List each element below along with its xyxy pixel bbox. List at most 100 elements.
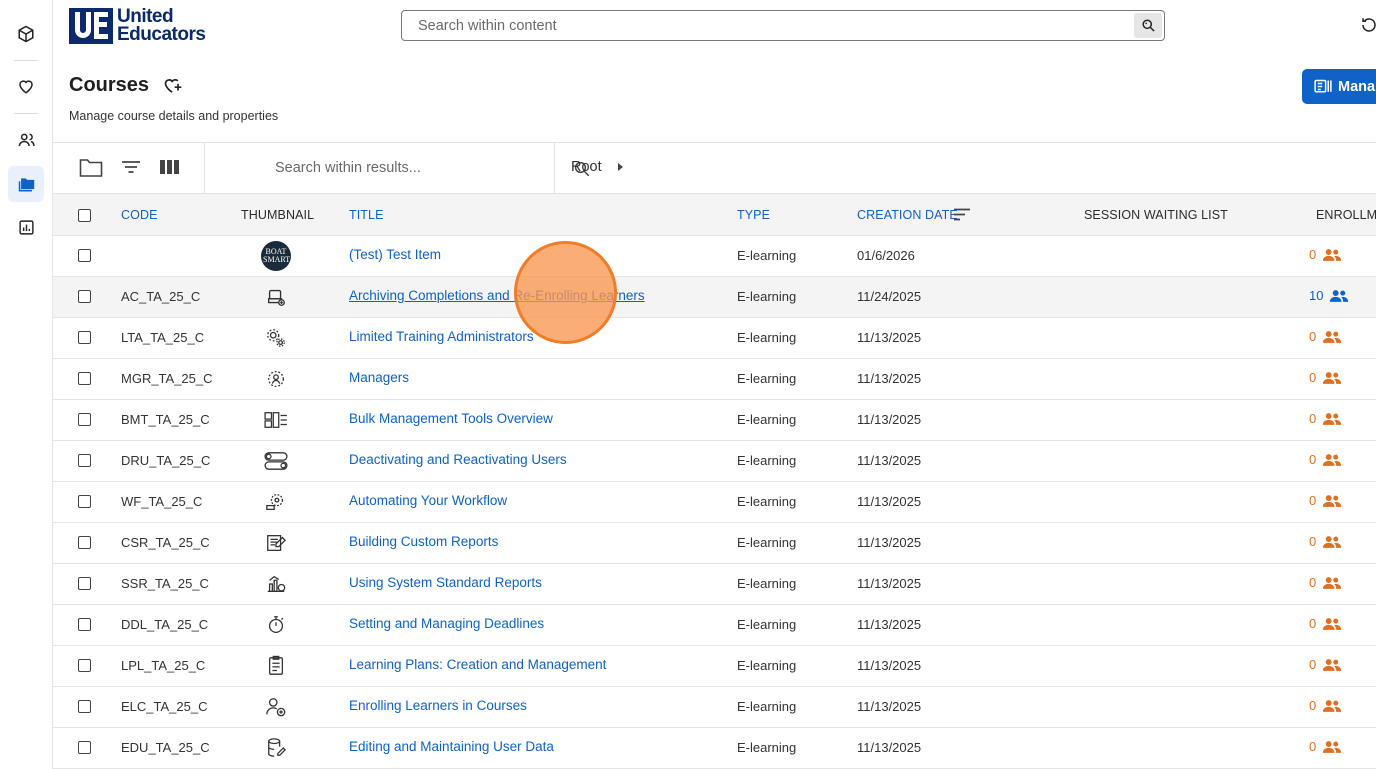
table-row[interactable]: ELC_TA_25_C Enrolling Learners in Courses… (53, 687, 1376, 728)
row-checkbox[interactable] (78, 618, 91, 631)
row-checkbox[interactable] (78, 454, 91, 467)
row-checkbox[interactable] (78, 659, 91, 672)
creation-date: 01/6/2026 (857, 248, 915, 263)
course-title-link[interactable]: (Test) Test Item (349, 247, 441, 262)
course-title-link[interactable]: Editing and Maintaining User Data (349, 739, 554, 754)
course-title-link[interactable]: Managers (349, 370, 409, 385)
row-checkbox[interactable] (78, 577, 91, 590)
table-row[interactable]: EDU_TA_25_C Editing and Maintaining User … (53, 728, 1376, 769)
enrollment-count[interactable]: 0 (1309, 493, 1342, 508)
header-type[interactable]: TYPE (737, 208, 770, 222)
columns-icon[interactable] (160, 159, 179, 180)
table-row[interactable]: CSR_TA_25_C Building Custom Reports E-lear… (53, 523, 1376, 564)
row-checkbox[interactable] (78, 700, 91, 713)
course-code: ELC_TA_25_C (121, 699, 208, 714)
enrollment-number: 0 (1309, 575, 1317, 590)
enrollment-count[interactable]: 0 (1309, 657, 1342, 672)
row-checkbox[interactable] (78, 331, 91, 344)
course-type: E-learning (737, 371, 797, 386)
manage-button[interactable]: Mana (1302, 69, 1376, 104)
enrollment-count[interactable]: 0 (1309, 411, 1342, 426)
course-type: E-learning (737, 453, 797, 468)
enrollment-count[interactable]: 0 (1309, 329, 1342, 344)
table-row[interactable]: MGR_TA_25_C Managers E-learning 11/13/2025 0 (53, 359, 1376, 400)
course-type: E-learning (737, 699, 797, 714)
report-edit-icon (261, 528, 291, 558)
table-row[interactable]: BMT_TA_25_C Bulk Management Tools Overvie… (53, 400, 1376, 441)
global-search-button[interactable] (1134, 13, 1162, 38)
people-icon (1323, 494, 1342, 507)
course-title-link[interactable]: Building Custom Reports (349, 534, 498, 549)
enrollment-count[interactable]: 0 (1309, 698, 1342, 713)
refresh-icon[interactable] (1360, 16, 1376, 39)
select-all-checkbox[interactable] (78, 209, 91, 222)
left-nav-rail (0, 0, 53, 769)
table-row[interactable]: DDL_TA_25_C Setting and Managing Deadline… (53, 605, 1376, 646)
reports-icon[interactable] (8, 209, 44, 245)
search-icon (1141, 19, 1155, 32)
people-icon (1323, 617, 1342, 630)
enrollment-count[interactable]: 0 (1309, 247, 1342, 262)
breadcrumb-root[interactable]: Root (571, 159, 602, 175)
global-search-input[interactable] (416, 16, 1120, 35)
table-row[interactable]: SSR_TA_25_C Using System Standard Reports… (53, 564, 1376, 605)
enrollment-count[interactable]: 0 (1309, 575, 1342, 590)
table-row[interactable]: DRU_TA_25_C Deactivating and Reactivating… (53, 441, 1376, 482)
folder-icon[interactable] (79, 157, 103, 183)
course-title-link[interactable]: Using System Standard Reports (349, 575, 542, 590)
table-row[interactable]: LPL_TA_25_C Learning Plans: Creation and … (53, 646, 1376, 687)
row-checkbox[interactable] (78, 741, 91, 754)
table-row[interactable]: WF_TA_25_C Automating Your Workflow E-lear… (53, 482, 1376, 523)
course-title-link[interactable]: Setting and Managing Deadlines (349, 616, 544, 631)
enrollment-count[interactable]: 0 (1309, 616, 1342, 631)
cube-icon[interactable] (8, 16, 44, 52)
folders-icon[interactable] (8, 166, 44, 202)
row-checkbox[interactable] (78, 495, 91, 508)
enrollment-count[interactable]: 0 (1309, 739, 1342, 754)
course-title-link[interactable]: Automating Your Workflow (349, 493, 507, 508)
course-code: SSR_TA_25_C (121, 576, 209, 591)
course-title-link[interactable]: Learning Plans: Creation and Management (349, 657, 606, 672)
course-title-link[interactable]: Bulk Management Tools Overview (349, 411, 553, 426)
manage-icon (1314, 79, 1332, 93)
row-checkbox[interactable] (78, 290, 91, 303)
row-checkbox[interactable] (78, 372, 91, 385)
creation-date: 11/13/2025 (857, 658, 922, 673)
table-row[interactable]: BOAT SMART (Test) Test Item E-learning 01/6… (53, 236, 1376, 277)
creation-date: 11/13/2025 (857, 617, 922, 632)
united-educators-logo[interactable]: United Educators (69, 7, 215, 46)
toggle-icon (261, 446, 291, 476)
add-favorite-icon[interactable] (163, 76, 183, 100)
user-add-icon (261, 692, 291, 722)
sort-desc-icon[interactable] (954, 208, 970, 221)
header-creation-date[interactable]: CREATION DATE (857, 208, 958, 222)
table-row[interactable]: LTA_TA_25_C Limited Training Administrato… (53, 318, 1376, 359)
filter-icon[interactable] (121, 159, 141, 180)
header-title[interactable]: TITLE (349, 208, 384, 222)
creation-date: 11/13/2025 (857, 494, 922, 509)
enrollment-number: 0 (1309, 493, 1317, 508)
boat-smart-thumbnail: BOAT SMART (261, 241, 291, 271)
enrollment-count[interactable]: 0 (1309, 370, 1342, 385)
table-row[interactable]: AC_TA_25_C Archiving Completions and Re-E… (53, 277, 1376, 318)
results-search-input[interactable] (273, 159, 567, 177)
course-title-link[interactable]: Enrolling Learners in Courses (349, 698, 527, 713)
results-toolbar: Root (53, 142, 1376, 194)
header-enrollments[interactable]: ENROLLME (1316, 208, 1376, 222)
row-checkbox[interactable] (78, 249, 91, 262)
enrollment-count[interactable]: 0 (1309, 534, 1342, 549)
row-checkbox[interactable] (78, 413, 91, 426)
course-code: CSR_TA_25_C (121, 535, 210, 550)
header-code[interactable]: CODE (121, 208, 158, 222)
users-icon[interactable] (8, 122, 44, 158)
enrollment-count[interactable]: 0 (1309, 452, 1342, 467)
row-checkbox[interactable] (78, 536, 91, 549)
heart-icon[interactable] (8, 68, 44, 104)
click-indicator (514, 241, 617, 344)
course-type: E-learning (737, 617, 797, 632)
course-title-link[interactable]: Deactivating and Reactivating Users (349, 452, 567, 467)
caret-right-icon[interactable] (614, 161, 626, 173)
enrollment-count[interactable]: 10 (1309, 288, 1349, 303)
breadcrumb: Root (571, 159, 626, 175)
course-title-link[interactable]: Limited Training Administrators (349, 329, 534, 344)
